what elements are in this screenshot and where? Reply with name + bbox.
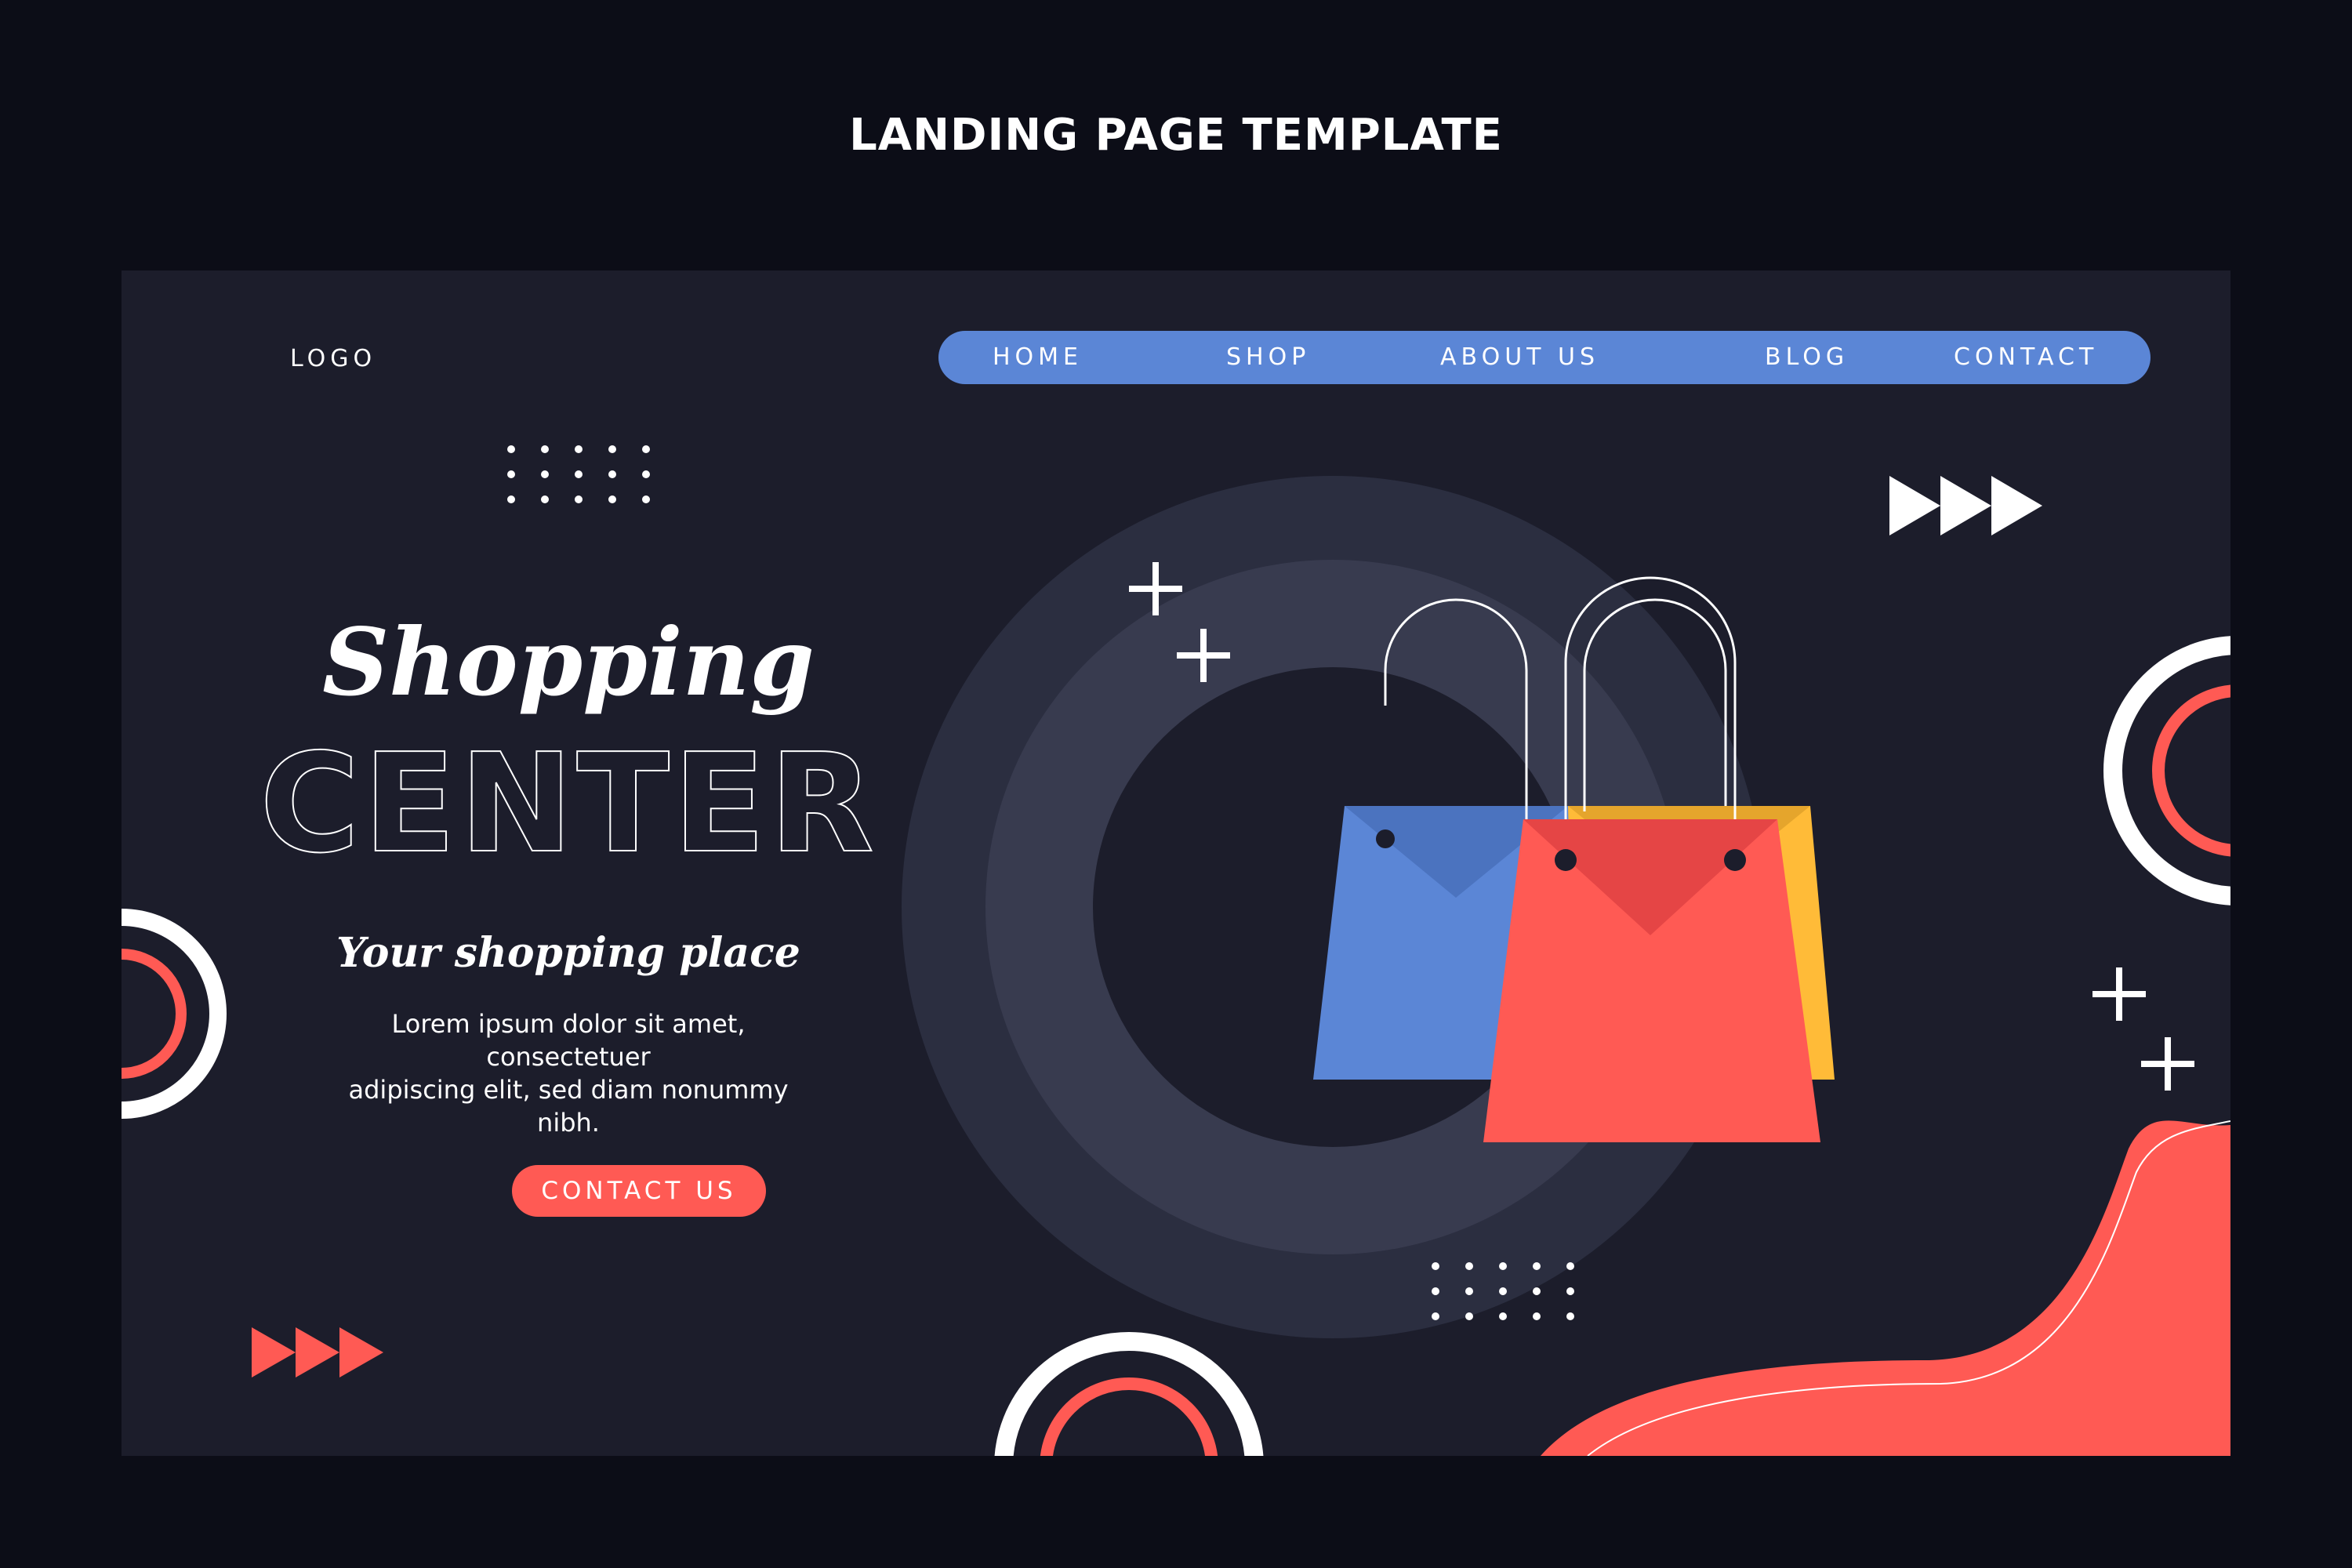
hero-description-line: Lorem ipsum dolor sit amet, consectetuer	[391, 1009, 746, 1072]
ring-decoration	[122, 949, 187, 1079]
nav-bar: HOME SHOP ABOUT US BLOG CONTACT	[938, 331, 2151, 384]
plus-icon	[2092, 967, 2146, 1021]
plus-icon	[2141, 1037, 2194, 1091]
ring-decoration	[2103, 636, 2230, 906]
hero-subtitle: Your shopping place	[336, 929, 800, 977]
landing-page-frame: CENTER LOGO HOME SHOP ABOUT US BLOG CONT…	[122, 270, 2230, 1456]
nav-item-home[interactable]: HOME	[993, 331, 1083, 384]
nav-item-contact[interactable]: CONTACT	[1954, 331, 2098, 384]
nav-item-blog[interactable]: BLOG	[1765, 331, 1849, 384]
page-title: LANDING PAGE TEMPLATE	[849, 110, 1503, 161]
decorative-background: CENTER	[122, 445, 2230, 1456]
hero-description-line: adipiscing elit, sed diam nonummy nibh.	[348, 1075, 789, 1138]
hero-title-outline: CENTER	[260, 724, 877, 884]
hero-title-script: Shopping	[322, 608, 815, 717]
logo[interactable]: LOGO	[290, 345, 376, 372]
dot-grid-icon	[507, 445, 650, 503]
nav-item-shop[interactable]: SHOP	[1226, 331, 1310, 384]
ring-decoration	[994, 1332, 1264, 1456]
triple-arrow-icon	[1889, 476, 2042, 535]
hero-description: Lorem ipsum dolor sit amet, consectetuer…	[318, 1007, 819, 1139]
ring-decoration	[2152, 684, 2230, 857]
contact-us-button[interactable]: CONTACT US	[512, 1165, 766, 1217]
nav-item-about-us[interactable]: ABOUT US	[1440, 331, 1599, 384]
triple-arrow-icon	[252, 1327, 383, 1377]
ring-decoration	[1040, 1377, 1218, 1456]
ring-decoration	[122, 909, 227, 1119]
